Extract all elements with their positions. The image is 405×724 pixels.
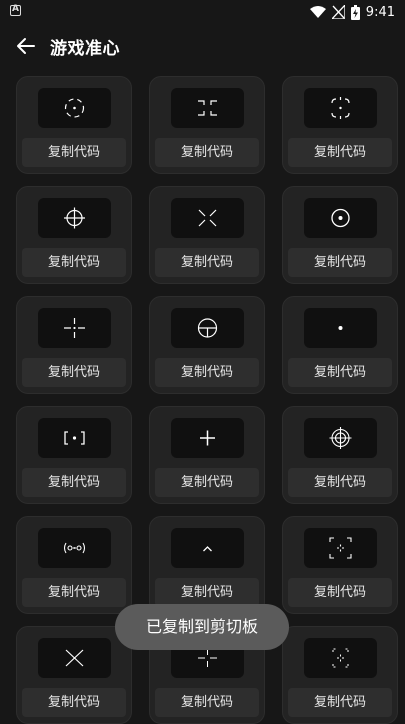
app-bar: 游戏准心 <box>0 24 405 68</box>
crosshair-preview <box>304 88 377 128</box>
crosshair-card: 复制代码 <box>16 516 132 614</box>
crosshair-card: 复制代码 <box>282 516 398 614</box>
crosshair-card: 复制代码 <box>149 296 265 394</box>
crosshair-target-circle-icon <box>329 427 352 449</box>
copy-code-button[interactable]: 复制代码 <box>22 138 126 167</box>
crosshair-chevron-icon <box>203 546 212 552</box>
copy-code-button[interactable]: 复制代码 <box>288 468 392 497</box>
crosshair-card: 复制代码 <box>16 406 132 504</box>
copy-code-button[interactable]: 复制代码 <box>288 578 392 607</box>
crosshair-preview <box>38 528 111 568</box>
crosshair-preview <box>171 198 244 238</box>
copy-code-button[interactable]: 复制代码 <box>288 688 392 717</box>
copy-code-button[interactable]: 复制代码 <box>155 468 259 497</box>
crosshair-preview <box>304 638 377 678</box>
crosshair-preview <box>38 88 111 128</box>
crosshair-dotted-corners-icon <box>332 648 349 668</box>
crosshair-preview <box>171 88 244 128</box>
copy-code-button[interactable]: 复制代码 <box>155 248 259 277</box>
crosshair-preview <box>304 418 377 458</box>
crosshair-plus-gap-dot-icon <box>64 318 85 338</box>
crosshair-dotted-ring-icon <box>64 98 85 118</box>
signal-icon <box>331 5 345 19</box>
battery-charging-icon <box>350 4 360 20</box>
crosshair-brackets-dot-icon <box>64 431 85 445</box>
crosshair-x-icon <box>65 649 84 667</box>
crosshair-card: 复制代码 <box>282 296 398 394</box>
page-title: 游戏准心 <box>50 39 120 59</box>
crosshair-ornate-icon <box>63 542 86 554</box>
crosshair-card: 复制代码 <box>282 626 398 724</box>
crosshair-corners-inward-icon <box>198 100 217 116</box>
crosshair-preview <box>304 528 377 568</box>
crosshair-plus-icon <box>200 430 215 446</box>
copied-toast: 已复制到剪切板 <box>115 604 289 650</box>
wifi-icon <box>309 6 326 18</box>
crosshair-preview <box>171 418 244 458</box>
crosshair-circle-t-icon <box>197 318 218 338</box>
crosshair-brackets-ring-icon <box>331 97 350 119</box>
clock: 9:41 <box>365 4 395 20</box>
crosshair-card: 复制代码 <box>282 76 398 174</box>
crosshair-preview <box>304 308 377 348</box>
crosshair-card: 复制代码 <box>282 406 398 504</box>
crosshair-preview <box>171 528 244 568</box>
crosshair-preview <box>304 198 377 238</box>
crosshair-card: 复制代码 <box>149 76 265 174</box>
copy-code-button[interactable]: 复制代码 <box>22 248 126 277</box>
crosshair-card: 复制代码 <box>282 186 398 284</box>
status-bar: 9:41 <box>0 0 405 24</box>
copy-code-button[interactable]: 复制代码 <box>288 358 392 387</box>
crosshair-preview <box>38 308 111 348</box>
crosshair-square-corners-icon <box>329 537 352 559</box>
crosshair-card: 复制代码 <box>16 296 132 394</box>
crosshair-preview <box>38 198 111 238</box>
crosshair-card: 复制代码 <box>16 76 132 174</box>
crosshair-circle-dot-icon <box>331 208 350 228</box>
crosshair-card: 复制代码 <box>149 516 265 614</box>
crosshair-card: 复制代码 <box>16 626 132 724</box>
crosshair-preview <box>38 638 111 678</box>
crosshair-card: 复制代码 <box>16 186 132 284</box>
copy-code-button[interactable]: 复制代码 <box>22 468 126 497</box>
copy-code-button[interactable]: 复制代码 <box>288 248 392 277</box>
copy-code-button[interactable]: 复制代码 <box>155 688 259 717</box>
copy-code-button[interactable]: 复制代码 <box>22 688 126 717</box>
crosshair-preview <box>171 308 244 348</box>
copy-code-button[interactable]: 复制代码 <box>22 358 126 387</box>
copy-code-button[interactable]: 复制代码 <box>155 358 259 387</box>
crosshair-card: 复制代码 <box>149 186 265 284</box>
crosshair-scope-ring-icon <box>64 207 85 229</box>
copy-code-button[interactable]: 复制代码 <box>288 138 392 167</box>
a-icon <box>10 4 21 16</box>
arrow-left-icon[interactable] <box>14 34 38 58</box>
crosshair-single-dot-icon <box>338 326 343 330</box>
crosshair-preview <box>38 418 111 458</box>
crosshair-x-gap-icon <box>198 209 217 227</box>
copy-code-button[interactable]: 复制代码 <box>155 578 259 607</box>
copy-code-button[interactable]: 复制代码 <box>22 578 126 607</box>
crosshair-card: 复制代码 <box>149 406 265 504</box>
copy-code-button[interactable]: 复制代码 <box>155 138 259 167</box>
